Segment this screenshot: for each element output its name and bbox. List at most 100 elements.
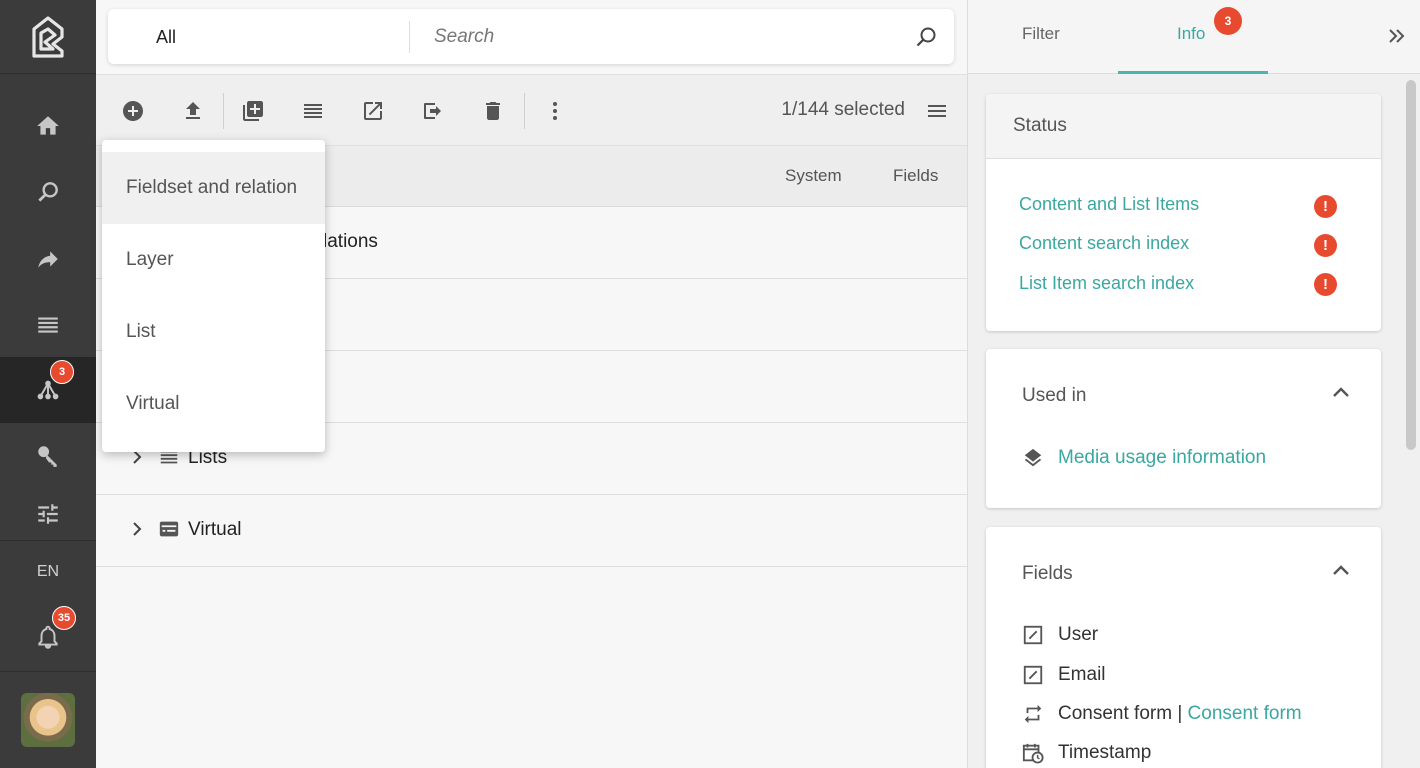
search-bar: All [108,9,954,64]
sidebar-item-keys[interactable] [0,423,96,489]
relation-icon [1022,703,1044,725]
open-external-button[interactable] [359,97,387,125]
logo-icon [32,15,64,58]
media-usage-link[interactable]: Media usage information [1022,447,1266,469]
duplicate-button[interactable] [239,97,267,125]
sidebar-item-notifications[interactable]: 35 [0,604,96,670]
sidebar-item-lists[interactable] [0,291,96,357]
expand-chevron-icon[interactable] [130,521,144,542]
field-item-timestamp[interactable]: Timestamp [1022,742,1151,764]
menu-item-layer[interactable]: Layer [102,224,325,296]
field-separator: | [1172,703,1188,724]
field-item-email[interactable]: Email [1022,664,1106,686]
field-label: User [1058,624,1099,645]
app-logo[interactable] [0,0,96,74]
search-scope-select[interactable]: All [108,20,410,53]
list-view-button[interactable] [299,97,327,125]
double-chevron-right-icon [1389,29,1405,43]
share-icon [38,251,58,268]
info-badge: 3 [1214,7,1242,35]
status-title: Status [986,94,1381,159]
export-button[interactable] [419,97,447,125]
list-icon [38,317,58,333]
toolbar-separator [223,93,224,129]
user-menu[interactable] [0,671,96,768]
status-card: Status Content and List Items ! Content … [986,94,1381,331]
details-panel: Filter Info 3 Status Content and List It… [967,0,1420,768]
exit-to-app-icon [424,103,441,119]
fields-title: Fields [1022,563,1073,584]
panel-scrollbar[interactable] [1406,80,1416,450]
warning-icon: ! [1314,195,1337,218]
row-label: lations [323,231,378,252]
search-icon [916,27,936,46]
trash-icon [486,102,500,120]
toolbar-separator [524,93,525,129]
row-label: Virtual [188,519,242,540]
warning-icon: ! [1314,273,1337,296]
upload-icon [186,102,200,119]
status-link-list-item-search-index[interactable]: List Item search index [1019,273,1194,294]
menu-item-virtual[interactable]: Virtual [102,368,325,440]
virtual-icon [158,518,180,545]
status-link-content-list-items[interactable]: Content and List Items [1019,194,1199,215]
key-icon [38,446,57,467]
field-label: Consent form [1058,703,1173,724]
field-item-user[interactable]: User [1022,624,1098,646]
calendar-clock-icon [1022,742,1044,764]
add-menu-dropdown: Fieldset and relation Layer List Virtual [102,140,325,452]
chevron-up-icon [1333,387,1349,397]
fields-card: Fields User Email Consent form | Consent… [986,527,1381,768]
sliders-icon [38,504,58,524]
collapse-fields-button[interactable] [1331,563,1351,582]
selection-count: 1/144 selected [781,99,905,120]
menu-icon [928,105,946,117]
list-icon [304,104,322,118]
upload-button[interactable] [179,97,207,125]
collapse-used-in-button[interactable] [1331,385,1351,404]
language-switch[interactable]: EN [0,540,96,602]
field-label: Email [1058,664,1106,685]
add-button[interactable] [119,97,147,125]
library-add-icon [243,101,263,121]
menu-item-list[interactable]: List [102,296,325,368]
column-fields[interactable]: Fields [893,166,938,186]
tab-filter[interactable]: Filter [1022,24,1060,44]
sidebar-item-home[interactable] [0,93,96,159]
add-circle-icon [123,101,143,121]
sidebar-item-schemas[interactable]: 3 [0,357,96,423]
view-menu-button[interactable] [923,97,951,125]
consent-form-link[interactable]: Consent form [1188,703,1302,725]
toolbar: 1/144 selected [96,74,967,146]
sidebar-item-share[interactable] [0,226,96,292]
used-in-title: Used in [1022,385,1087,406]
used-in-card: Used in Media usage information [986,349,1381,508]
more-button[interactable] [541,97,569,125]
status-link-content-search-index[interactable]: Content search index [1019,233,1189,254]
field-item-consent-form[interactable]: Consent form | Consent form [1022,703,1302,725]
delete-button[interactable] [479,97,507,125]
expand-chevron-icon[interactable] [130,449,144,470]
menu-item-fieldset-and-relation[interactable]: Fieldset and relation [102,152,325,224]
avatar[interactable] [21,693,75,747]
search-button[interactable] [898,25,954,49]
chevron-up-icon [1333,565,1349,575]
warning-icon: ! [1314,234,1337,257]
media-usage-label: Media usage information [1058,447,1267,468]
notifications-badge: 35 [52,606,76,630]
panel-tabs: Filter Info 3 [968,0,1420,74]
more-vert-icon [553,102,557,120]
edit-box-icon [1022,664,1044,686]
home-icon [37,116,59,135]
sidebar-item-settings[interactable] [0,489,96,539]
search-input[interactable] [410,25,898,48]
schemas-badge: 3 [50,360,74,384]
active-tab-indicator [1118,71,1268,74]
sidebar: 3 EN 35 [0,0,96,768]
collapse-panel-button[interactable] [1387,26,1407,51]
sidebar-item-search[interactable] [0,159,96,225]
table-row[interactable]: Virtual [96,495,967,567]
tab-info[interactable]: Info [1177,24,1205,44]
edit-box-icon [1022,624,1044,646]
column-system[interactable]: System [785,166,842,186]
